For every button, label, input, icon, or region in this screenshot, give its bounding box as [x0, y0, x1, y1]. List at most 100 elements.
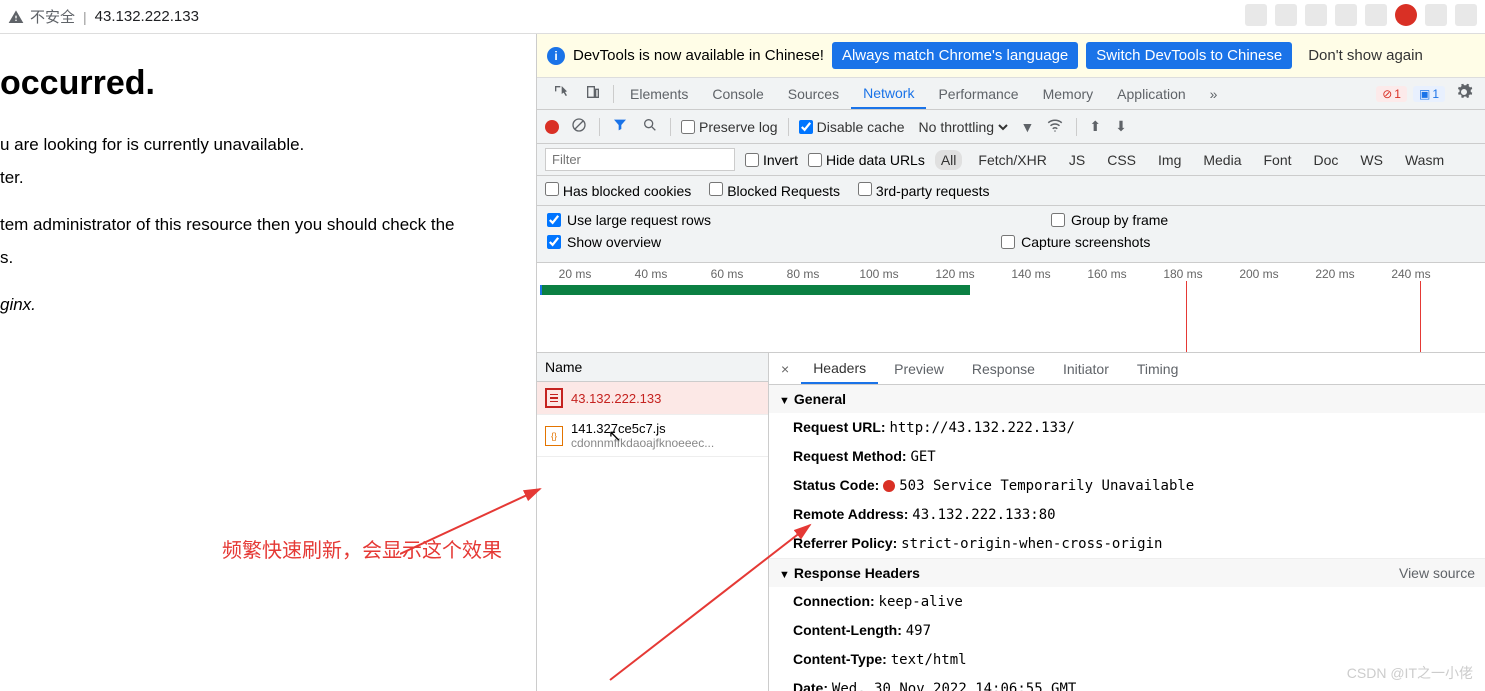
capture-screenshots-checkbox[interactable]: Capture screenshots [1001, 234, 1150, 250]
request-row[interactable]: 43.132.222.133 [537, 382, 768, 415]
switch-chinese-button[interactable]: Switch DevTools to Chinese [1086, 42, 1292, 69]
filter-icon[interactable] [610, 115, 630, 138]
view-source-link[interactable]: View source [1399, 565, 1475, 581]
ext-icon[interactable] [1245, 4, 1267, 26]
info-icon: i [547, 47, 565, 65]
request-row[interactable]: {} 141.327ce5c7.jscdonnmffkdaoajfknoeeec… [537, 415, 768, 457]
network-toolbar: Preserve log Disable cache No throttling… [537, 110, 1485, 144]
document-icon [545, 388, 563, 408]
type-ws[interactable]: WS [1354, 150, 1389, 170]
watermark: CSDN @IT之一小佬 [1347, 663, 1473, 683]
general-header[interactable]: ▼General [769, 385, 1485, 413]
search-icon[interactable] [640, 115, 660, 138]
blocked-requests-checkbox[interactable]: Blocked Requests [709, 182, 840, 199]
filter-input[interactable] [545, 148, 735, 171]
type-doc[interactable]: Doc [1308, 150, 1345, 170]
devtools-panel: i DevTools is now available in Chinese! … [536, 34, 1485, 691]
preserve-log-checkbox[interactable]: Preserve log [681, 119, 778, 135]
type-all[interactable]: All [935, 150, 963, 170]
warning-icon [8, 9, 24, 25]
large-rows-checkbox[interactable]: Use large request rows [547, 212, 711, 228]
devtools-tabs: Elements Console Sources Network Perform… [537, 78, 1485, 110]
address-bar: 不安全 | 43.132.222.133 [0, 0, 1485, 34]
disable-cache-checkbox[interactable]: Disable cache [799, 119, 905, 135]
match-language-button[interactable]: Always match Chrome's language [832, 42, 1078, 69]
hide-urls-checkbox[interactable]: Hide data URLs [808, 152, 925, 168]
error-heading: occurred. [0, 64, 536, 103]
security-label: 不安全 [30, 6, 75, 27]
type-media[interactable]: Media [1197, 150, 1247, 170]
close-icon[interactable]: × [773, 357, 797, 381]
wifi-icon[interactable] [1044, 114, 1066, 139]
device-icon[interactable] [577, 80, 609, 107]
group-frame-checkbox[interactable]: Group by frame [1051, 212, 1168, 228]
clear-icon[interactable] [569, 115, 589, 138]
error-text: s. [0, 244, 536, 273]
blocked-cookies-checkbox[interactable]: Has blocked cookies [545, 182, 691, 199]
tab-initiator[interactable]: Initiator [1051, 355, 1121, 383]
tab-response[interactable]: Response [960, 355, 1047, 383]
display-options: Use large request rows Group by frame Sh… [537, 206, 1485, 263]
issue-count-badge[interactable]: ▣ 1 [1413, 86, 1445, 102]
ext-icon[interactable] [1305, 4, 1327, 26]
request-detail: × Headers Preview Response Initiator Tim… [769, 353, 1485, 691]
tab-memory[interactable]: Memory [1031, 80, 1106, 108]
status-dot-icon [883, 480, 895, 492]
show-overview-checkbox[interactable]: Show overview [547, 234, 661, 250]
type-js[interactable]: JS [1063, 150, 1091, 170]
error-text: ter. [0, 164, 536, 193]
js-icon: {} [545, 426, 563, 446]
tab-console[interactable]: Console [700, 80, 775, 108]
general-section: ▼General Request URL: http://43.132.222.… [769, 385, 1485, 559]
ext-icon[interactable] [1335, 4, 1357, 26]
banner-text: DevTools is now available in Chinese! [573, 47, 824, 64]
more-tabs[interactable]: » [1198, 80, 1230, 108]
settings-icon[interactable] [1451, 79, 1477, 108]
ext-icon[interactable] [1395, 4, 1417, 26]
timeline-bar [540, 285, 970, 295]
timeline-marker [1186, 281, 1187, 352]
ext-icon[interactable] [1365, 4, 1387, 26]
tab-application[interactable]: Application [1105, 80, 1198, 108]
ext-icon[interactable] [1275, 4, 1297, 26]
detail-tabs: × Headers Preview Response Initiator Tim… [769, 353, 1485, 385]
filter-bar: Invert Hide data URLs All Fetch/XHR JS C… [537, 144, 1485, 176]
tab-elements[interactable]: Elements [618, 80, 700, 108]
tab-headers[interactable]: Headers [801, 354, 878, 384]
type-fetch[interactable]: Fetch/XHR [972, 150, 1052, 170]
url-text[interactable]: 43.132.222.133 [95, 8, 199, 25]
tab-sources[interactable]: Sources [776, 80, 851, 108]
ext-icon[interactable] [1425, 4, 1447, 26]
invert-checkbox[interactable]: Invert [745, 152, 798, 168]
extensions-area [1245, 4, 1477, 26]
ext-icon[interactable] [1455, 4, 1477, 26]
third-party-checkbox[interactable]: 3rd-party requests [858, 182, 990, 199]
upload-icon[interactable]: ⬆ [1087, 116, 1103, 137]
network-data: Name 43.132.222.133 {} 141.327ce5c7.jscd… [537, 353, 1485, 691]
tab-performance[interactable]: Performance [926, 80, 1030, 108]
name-column-header[interactable]: Name [537, 353, 768, 382]
throttling-select[interactable]: No throttling [915, 118, 1011, 136]
separator: | [83, 9, 87, 25]
timeline-overview[interactable]: 20 ms40 ms60 ms 80 ms100 ms120 ms 140 ms… [537, 263, 1485, 353]
language-banner: i DevTools is now available in Chinese! … [537, 34, 1485, 78]
error-text: tem administrator of this resource then … [0, 211, 536, 240]
type-css[interactable]: CSS [1101, 150, 1142, 170]
tab-network[interactable]: Network [851, 79, 926, 109]
dont-show-button[interactable]: Don't show again [1300, 42, 1431, 69]
request-list: Name 43.132.222.133 {} 141.327ce5c7.jscd… [537, 353, 769, 691]
extra-filters: Has blocked cookies Blocked Requests 3rd… [537, 176, 1485, 206]
type-img[interactable]: Img [1152, 150, 1187, 170]
record-button[interactable] [545, 120, 559, 134]
dropdown-icon[interactable]: ▼ [1021, 119, 1035, 135]
inspect-icon[interactable] [545, 80, 577, 107]
page-content: occurred. u are looking for is currently… [0, 34, 536, 691]
timeline-marker [1420, 281, 1421, 352]
type-font[interactable]: Font [1258, 150, 1298, 170]
tab-preview[interactable]: Preview [882, 355, 956, 383]
download-icon[interactable]: ⬇ [1113, 116, 1129, 137]
error-count-badge[interactable]: ⊘ 1 [1376, 86, 1407, 102]
response-headers-header[interactable]: ▼Response HeadersView source [769, 559, 1485, 587]
tab-timing[interactable]: Timing [1125, 355, 1191, 383]
type-wasm[interactable]: Wasm [1399, 150, 1450, 170]
